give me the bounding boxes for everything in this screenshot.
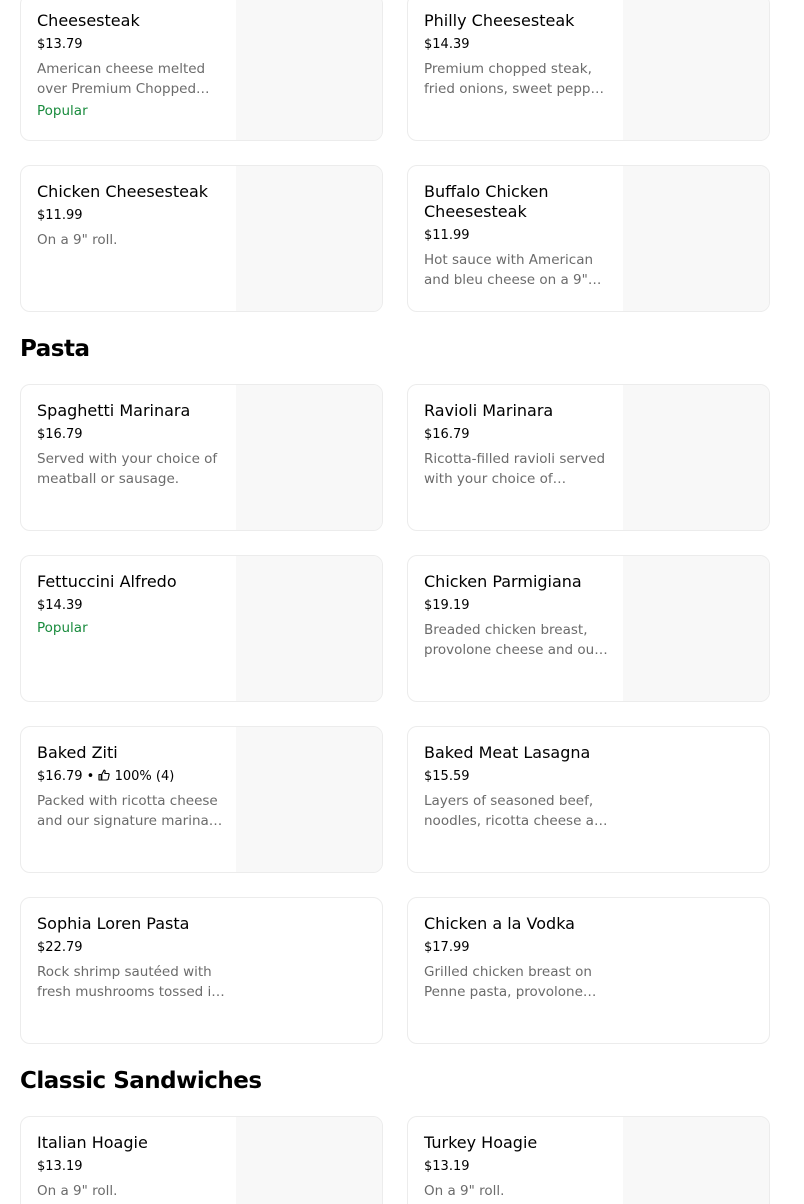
item-name: Chicken Parmigiana <box>424 572 582 591</box>
item-price: $13.79 <box>37 37 83 52</box>
item-description: On a 9" roll. <box>37 232 118 248</box>
item-description: Breaded chicken breast, provolone cheese… <box>424 622 600 658</box>
item-price: $11.99 <box>424 228 470 243</box>
item-price: $16.79 <box>37 769 83 784</box>
item-image-placeholder <box>236 1117 382 1204</box>
menu-item-card[interactable]: Chicken a la Vodka $17.99 Grilled chicke… <box>407 897 770 1044</box>
item-name: Turkey Hoagie <box>424 1133 538 1152</box>
item-description: Rock shrimp sautéed with fresh mushrooms… <box>37 964 220 1000</box>
item-name: Philly Cheesesteak <box>424 11 575 30</box>
menu-item-card[interactable]: Sophia Loren Pasta $22.79 Rock shrimp sa… <box>20 897 383 1044</box>
item-name: Italian Hoagie <box>37 1133 148 1152</box>
item-price: $16.79 <box>37 427 83 442</box>
item-name: Buffalo Chicken Cheesesteak <box>424 182 549 221</box>
item-price: $13.19 <box>37 1159 83 1174</box>
menu-item-card[interactable]: Fettuccini Alfredo $14.39 Popular <box>20 555 383 702</box>
item-price: $16.79 <box>424 427 470 442</box>
menu-item-card[interactable]: Philly Cheesesteak $14.39 Premium choppe… <box>407 0 770 141</box>
menu-item-card[interactable]: Turkey Hoagie $13.19 On a 9" roll. <box>407 1116 770 1204</box>
item-name: Fettuccini Alfredo <box>37 572 177 591</box>
menu-item-card[interactable]: Chicken Parmigiana $19.19 Breaded chicke… <box>407 555 770 702</box>
item-name: Sophia Loren Pasta <box>37 914 190 933</box>
separator-dot: • <box>86 769 95 784</box>
item-price: $17.99 <box>424 940 470 955</box>
menu-item-card[interactable]: Cheesesteak $13.79 American cheese melte… <box>20 0 383 141</box>
item-description: Hot sauce with American and bleu cheese … <box>424 252 594 288</box>
menu-item-card[interactable]: Baked Ziti $16.79 • 100% (4) Packed with… <box>20 726 383 873</box>
item-name: Ravioli Marinara <box>424 401 554 420</box>
popular-badge: Popular <box>37 103 88 119</box>
item-image-placeholder <box>236 166 382 311</box>
item-image-placeholder <box>236 385 382 530</box>
item-price: $13.19 <box>424 1159 470 1174</box>
item-image-placeholder <box>623 0 769 140</box>
section-title-pasta: Pasta <box>20 336 90 362</box>
item-price: $14.39 <box>424 37 470 52</box>
item-image-placeholder <box>623 166 769 311</box>
item-price: $22.79 <box>37 940 83 955</box>
menu-item-card[interactable]: Italian Hoagie $13.19 On a 9" roll. <box>20 1116 383 1204</box>
menu-item-card[interactable]: Baked Meat Lasagna $15.59 Layers of seas… <box>407 726 770 873</box>
item-description: Ricotta-filled ravioli served with your … <box>424 451 606 487</box>
thumbs-up-icon <box>98 769 111 781</box>
item-name: Baked Meat Lasagna <box>424 743 591 762</box>
popular-badge: Popular <box>37 620 88 636</box>
menu-item-card[interactable]: Chicken Cheesesteak $11.99 On a 9" roll. <box>20 165 383 312</box>
item-price: $11.99 <box>37 208 83 223</box>
item-image-placeholder <box>236 556 382 701</box>
item-description: Packed with ricotta cheese and our signa… <box>37 793 223 829</box>
item-image-placeholder <box>623 556 769 701</box>
item-description: Served with your choice of meatball or s… <box>37 451 218 487</box>
item-image-placeholder <box>623 385 769 530</box>
item-name: Cheesesteak <box>37 11 140 30</box>
item-image-placeholder <box>236 727 382 872</box>
item-image-placeholder <box>236 0 382 140</box>
item-description: Grilled chicken breast on Penne pasta, p… <box>424 964 592 1000</box>
item-name: Baked Ziti <box>37 743 118 762</box>
item-price: $15.59 <box>424 769 470 784</box>
item-price: $19.19 <box>424 598 470 613</box>
item-image-placeholder <box>623 1117 769 1204</box>
item-name: Chicken a la Vodka <box>424 914 575 933</box>
menu-item-card[interactable]: Buffalo Chicken Cheesesteak $11.99 Hot s… <box>407 165 770 312</box>
item-description: On a 9" roll. <box>37 1183 118 1199</box>
item-description: Layers of seasoned beef, noodles, ricott… <box>424 793 612 829</box>
section-title-classic-sandwiches: Classic Sandwiches <box>20 1068 262 1094</box>
item-price: $14.39 <box>37 598 83 613</box>
item-description: Premium chopped steak, fried onions, swe… <box>424 61 612 97</box>
menu-item-card[interactable]: Ravioli Marinara $16.79 Ricotta-filled r… <box>407 384 770 531</box>
item-description: On a 9" roll. <box>424 1183 505 1199</box>
item-price-row: $16.79 • 100% (4) <box>37 767 225 787</box>
item-rating: 100% (4) <box>114 769 175 784</box>
item-description: American cheese melted over Premium Chop… <box>37 61 206 97</box>
menu-item-card[interactable]: Spaghetti Marinara $16.79 Served with yo… <box>20 384 383 531</box>
item-name: Chicken Cheesesteak <box>37 182 209 201</box>
item-name: Spaghetti Marinara <box>37 401 191 420</box>
